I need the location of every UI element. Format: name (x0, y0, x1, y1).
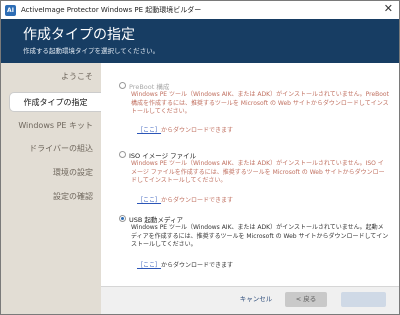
radio-iso[interactable] (119, 151, 126, 158)
app-logo-icon: AI (5, 4, 16, 16)
option-usb-label: USB 起動メディア (129, 216, 183, 224)
option-iso-label: ISO イメージ ファイル (129, 152, 197, 160)
option-preboot-label: PreBoot 構成 (129, 83, 170, 91)
download-link-iso[interactable]: ［ここ］ (137, 197, 161, 204)
title-bar: AI ActiveImage Protector Windows PE 起動環境… (1, 1, 399, 19)
step-creation-type[interactable]: 作成タイプの指定 (9, 92, 101, 112)
wizard-window: AI ActiveImage Protector Windows PE 起動環境… (0, 0, 400, 315)
wizard-footer: キャンセル < 戻る 次へ > (101, 286, 399, 314)
step-confirm-settings[interactable]: 設定の確認 (1, 191, 101, 202)
step-environment-settings[interactable]: 環境の設定 (1, 167, 101, 178)
option-preboot-description: Windows PE ツール（Windows AIK、または ADK）がインスト… (131, 91, 389, 115)
step-welcome[interactable]: ようこそ (1, 71, 101, 82)
download-hint: からダウンロードできます (161, 197, 234, 204)
page-title: 作成タイプの指定 (23, 27, 135, 43)
download-link-usb[interactable]: ［ここ］ (137, 262, 161, 269)
option-preboot-download: ［ここ］からダウンロードできます (137, 125, 233, 134)
option-usb-description: Windows PE ツール（Windows AIK、または ADK）がインスト… (131, 224, 389, 248)
window-title: ActiveImage Protector Windows PE 起動環境ビルダ… (21, 6, 202, 14)
download-hint: からダウンロードできます (161, 262, 234, 269)
cancel-button[interactable]: キャンセル (235, 292, 277, 307)
back-button[interactable]: < 戻る (285, 292, 327, 307)
download-hint: からダウンロードできます (161, 127, 234, 134)
wizard-steps-sidebar: ようこそ 作成タイプの指定 Windows PE キット ドライバーの組込 環境… (1, 63, 101, 314)
page-header: 作成タイプの指定 作成する起動環境タイプを選択してください。 (1, 19, 399, 63)
option-iso-description: Windows PE ツール（Windows AIK、または ADK）がインスト… (131, 160, 385, 184)
radio-preboot[interactable] (119, 82, 126, 89)
option-iso-download: ［ここ］からダウンロードできます (137, 195, 233, 204)
step-driver-integration[interactable]: ドライバーの組込 (1, 143, 101, 154)
next-button[interactable]: 次へ > (341, 292, 386, 307)
page-subtitle: 作成する起動環境タイプを選択してください。 (23, 47, 160, 55)
download-link-preboot[interactable]: ［ここ］ (137, 127, 161, 134)
close-icon[interactable]: ✕ (384, 3, 393, 15)
option-usb-download: ［ここ］からダウンロードできます (137, 260, 233, 269)
step-windows-pe-kit[interactable]: Windows PE キット (1, 120, 101, 131)
main-content: PreBoot 構成 Windows PE ツール（Windows AIK、また… (101, 63, 399, 286)
radio-usb[interactable] (119, 215, 126, 222)
